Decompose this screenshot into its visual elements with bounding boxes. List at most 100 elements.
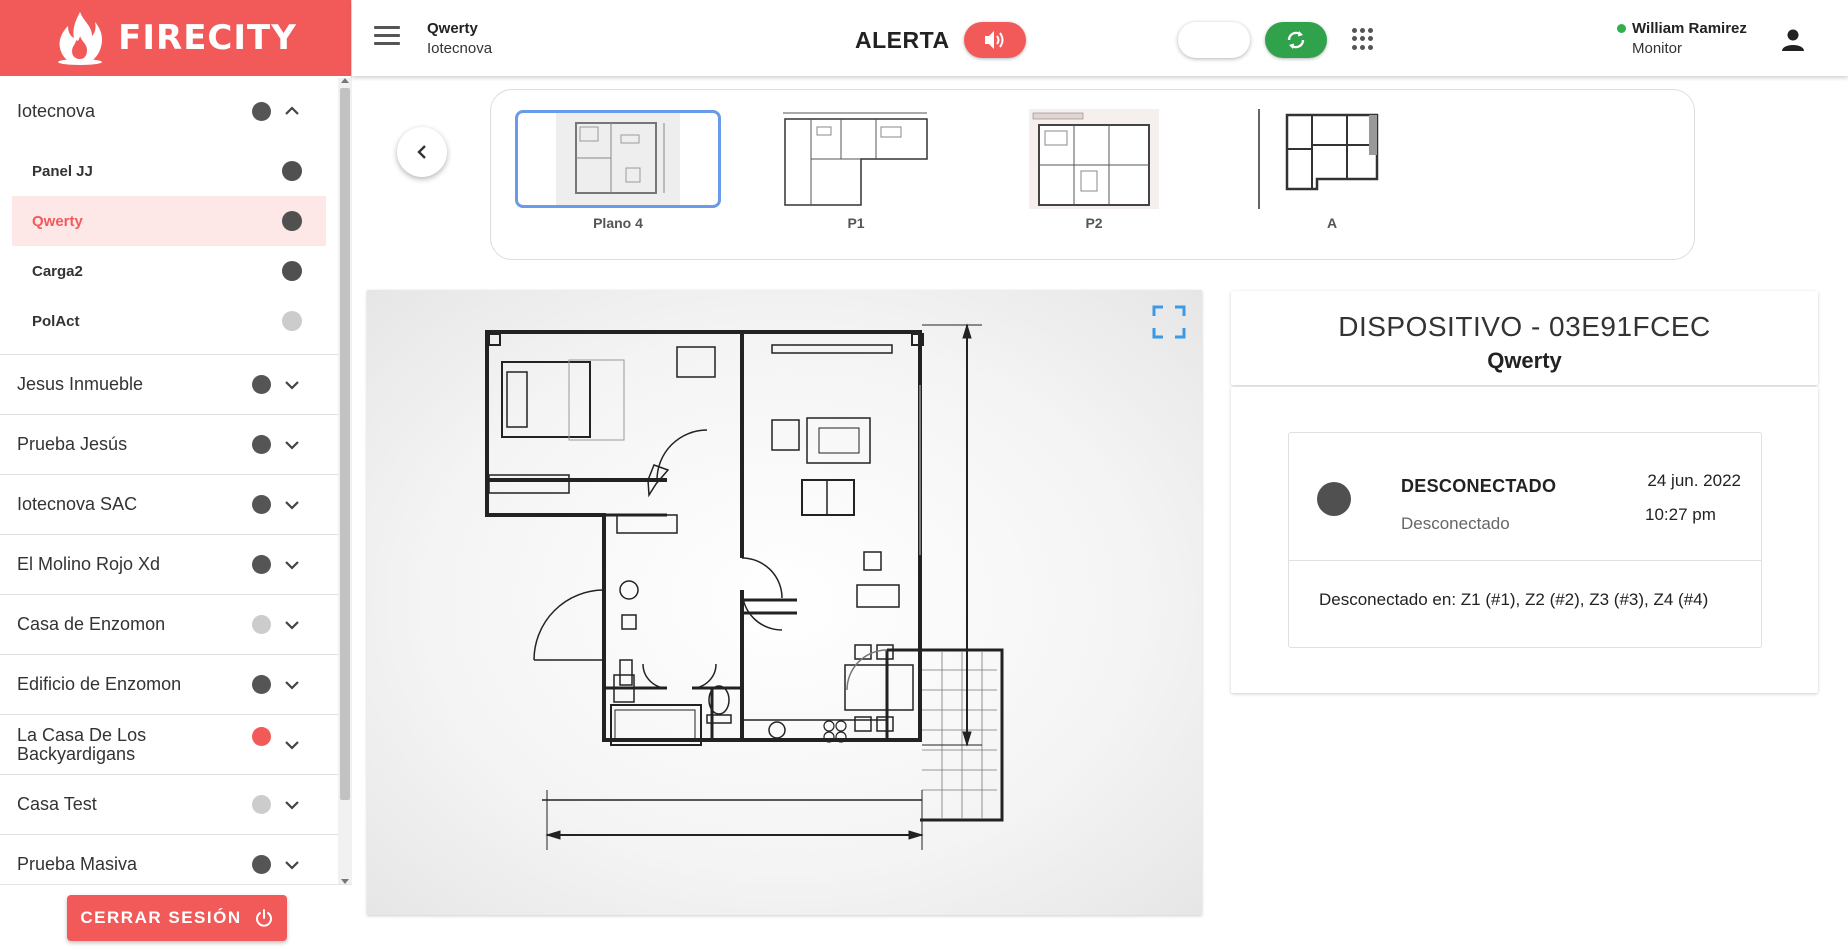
group-name: El Molino Rojo Xd [17, 554, 161, 574]
moon-icon [1208, 31, 1217, 49]
group-prueba-jesus[interactable]: Prueba Jesús [0, 415, 338, 475]
top-bar: Qwerty Iotecnova ALERTA William Ramirez … [352, 0, 1848, 76]
scroll-up-icon[interactable] [341, 78, 349, 83]
building-list: Iotecnova Panel JJ Qwerty Carga2 PolAct [0, 76, 338, 884]
status-description: Desconectado [1401, 514, 1510, 533]
plan-thumbnail-image [1229, 109, 1435, 209]
group-jesus-inmueble[interactable]: Jesus Inmueble [0, 355, 338, 415]
plan-thumb-p2[interactable]: P2 [989, 109, 1199, 238]
status-dot [252, 495, 271, 514]
flame-logo-icon [58, 12, 103, 65]
group-el-molino-rojo[interactable]: El Molino Rojo Xd [0, 535, 338, 595]
sub-item-polact[interactable]: PolAct [12, 296, 326, 346]
status-dot [252, 555, 271, 574]
breadcrumb: Qwerty Iotecnova [427, 20, 492, 57]
person-icon[interactable] [1780, 27, 1806, 53]
chevron-left-icon [417, 145, 426, 159]
company-name: Iotecnova [427, 40, 493, 57]
plan-thumbnail-image [515, 110, 721, 208]
sub-item-carga2[interactable]: Carga2 [12, 246, 326, 296]
sub-item-label: Carga2 [32, 262, 83, 280]
group-casa-de-enzomon[interactable]: Casa de Enzomon [0, 595, 338, 655]
divider [1289, 560, 1761, 561]
chevron-down-icon[interactable] [283, 736, 301, 754]
status-dot [252, 101, 271, 121]
online-indicator [1617, 24, 1626, 33]
plan-thumb-a[interactable]: A [1227, 109, 1437, 238]
chevron-down-icon[interactable] [283, 436, 301, 454]
status-zones: Desconectado en: Z1 (#1), Z2 (#2), Z3 (#… [1319, 590, 1709, 609]
floor-plan-view[interactable] [367, 290, 1202, 915]
group-name: La Casa De Los Backyardigans [17, 724, 147, 764]
sync-button[interactable] [1265, 22, 1327, 58]
group-name: Casa de Enzomon [17, 614, 166, 634]
status-dot [252, 727, 271, 746]
fullscreen-icon[interactable] [1152, 305, 1186, 339]
brand-logo[interactable]: FIRECITY [0, 0, 351, 76]
sync-icon [1287, 31, 1305, 49]
user-name: William Ramirez [1632, 20, 1747, 37]
sub-item-label: Panel JJ [32, 162, 93, 180]
plan-thumbnail-image [753, 110, 959, 208]
group-iotecnova-sac[interactable]: Iotecnova SAC [0, 475, 338, 535]
status-time: 10:27 pm [1645, 505, 1716, 524]
status-dot [252, 855, 271, 874]
status-dot [252, 615, 271, 634]
status-dot [282, 261, 302, 281]
user-info: William Ramirez Monitor [1617, 20, 1747, 57]
group-iotecnova[interactable]: Iotecnova [0, 76, 338, 146]
chevron-down-icon[interactable] [283, 676, 301, 694]
status-dot [282, 211, 302, 231]
chevron-up-icon[interactable] [283, 102, 301, 120]
plan-thumb-label: P2 [1085, 215, 1103, 231]
status-dot [282, 311, 302, 331]
plan-thumb-p1[interactable]: P1 [751, 110, 961, 238]
apps-grid-icon[interactable] [1352, 28, 1374, 50]
chevron-down-icon[interactable] [283, 796, 301, 814]
scroll-thumb[interactable] [340, 88, 350, 800]
alert-label: ALERTA [855, 26, 950, 53]
status-dot [252, 375, 271, 394]
logout-button[interactable]: CERRAR SESIÓN [67, 895, 287, 941]
sidebar-scrollbar[interactable] [338, 78, 352, 884]
plan-thumbnail-image [991, 109, 1197, 209]
device-location: Qwerty [1487, 348, 1562, 373]
sub-list: Panel JJ Qwerty Carga2 PolAct [0, 146, 338, 355]
device-header-card: DISPOSITIVO - 03E91FCEC Qwerty [1231, 291, 1818, 385]
status-card: DESCONECTADO Desconectado 24 jun. 2022 1… [1288, 432, 1762, 648]
sub-item-qwerty[interactable]: Qwerty [12, 196, 326, 246]
device-body-card: DESCONECTADO Desconectado 24 jun. 2022 1… [1231, 387, 1818, 693]
chevron-down-icon[interactable] [283, 556, 301, 574]
group-casa-test[interactable]: Casa Test [0, 775, 338, 835]
sub-item-label: PolAct [32, 312, 80, 330]
status-dot [252, 435, 271, 454]
plan-thumb-label: P1 [847, 215, 865, 231]
chevron-down-icon[interactable] [283, 616, 301, 634]
plan-thumb-label: A [1326, 215, 1338, 231]
user-role: Monitor [1632, 40, 1683, 57]
group-name: Iotecnova SAC [17, 494, 138, 514]
plan-thumb-plano-4[interactable]: Plano 4 [513, 110, 723, 238]
volume-icon [984, 31, 1004, 49]
floor-plan-image [485, 323, 1004, 850]
group-edificio-de-enzomon[interactable]: Edificio de Enzomon [0, 655, 338, 715]
logout-area: CERRAR SESIÓN [0, 884, 352, 950]
dark-mode-toggle[interactable] [1178, 22, 1250, 58]
device-title: DISPOSITIVO - 03E91FCEC [1338, 311, 1711, 342]
status-dot [252, 795, 271, 814]
group-name: Prueba Masiva [17, 854, 138, 874]
group-prueba-masiva[interactable]: Prueba Masiva [0, 835, 338, 884]
sub-item-panel-jj[interactable]: Panel JJ [12, 146, 326, 196]
status-indicator [1317, 482, 1351, 516]
chevron-down-icon[interactable] [283, 376, 301, 394]
alert-sound-button[interactable] [963, 22, 1026, 58]
power-icon [255, 909, 272, 927]
chevron-down-icon[interactable] [283, 496, 301, 514]
menu-icon[interactable] [374, 26, 400, 48]
prev-plan-button[interactable] [397, 127, 447, 177]
status-dot [252, 675, 271, 694]
chevron-down-icon[interactable] [283, 856, 301, 874]
group-backyardigans[interactable]: La Casa De Los Backyardigans [0, 715, 338, 775]
logout-label: CERRAR SESIÓN [80, 908, 242, 927]
alert-area: ALERTA [855, 22, 1026, 58]
